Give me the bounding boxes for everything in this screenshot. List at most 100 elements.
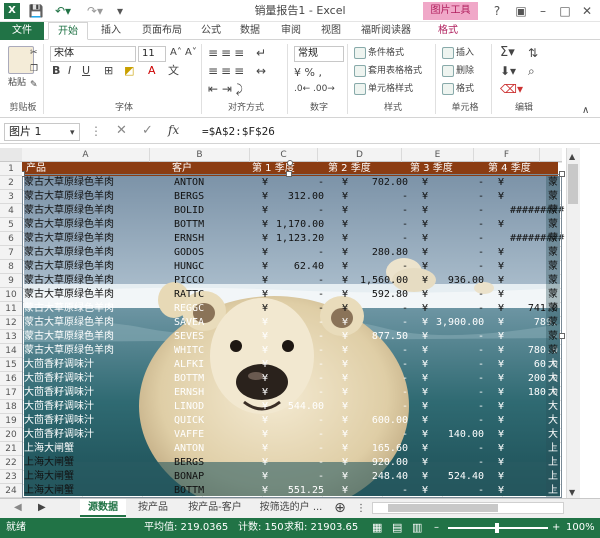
collapse-ribbon-icon[interactable]: ∧ <box>582 104 589 118</box>
row-header-14[interactable]: 14 <box>0 344 22 358</box>
minimize-button[interactable]: – <box>532 2 554 20</box>
scroll-up-icon[interactable]: ▲ <box>569 150 575 164</box>
cut-icon[interactable]: ✂ <box>30 46 38 60</box>
row-header-18[interactable]: 18 <box>0 400 22 414</box>
row-header-9[interactable]: 9 <box>0 274 22 288</box>
help-icon[interactable]: ? <box>486 2 508 20</box>
next-sheet-icon[interactable]: ▶ <box>38 501 46 515</box>
horizontal-scroll-thumb[interactable] <box>388 504 498 512</box>
row-header-23[interactable]: 23 <box>0 470 22 484</box>
picture-selection-frame[interactable] <box>22 174 562 498</box>
row-header-11[interactable]: 11 <box>0 302 22 316</box>
row-header-4[interactable]: 4 <box>0 204 22 218</box>
vertical-scroll-thumb[interactable] <box>568 164 578 204</box>
row-header-1[interactable]: 1 <box>0 162 22 176</box>
font-name-select[interactable]: 宋体 <box>50 46 136 62</box>
row-header-16[interactable]: 16 <box>0 372 22 386</box>
phonetic-icon[interactable]: 文 <box>168 64 179 78</box>
formula-bar-splitter-icon[interactable]: ⋮ <box>90 124 102 138</box>
row-header-8[interactable]: 8 <box>0 260 22 274</box>
delete-cells-button[interactable]: 删除 <box>442 64 474 78</box>
tab-formulas[interactable]: 公式 <box>196 22 226 40</box>
grow-font-icon[interactable]: A˄ A˅ <box>170 46 197 60</box>
table-format-button[interactable]: 套用表格格式 <box>354 64 422 78</box>
column-header-c[interactable]: C <box>250 148 318 162</box>
insert-cells-button[interactable]: 插入 <box>442 46 474 60</box>
formula-input[interactable]: =$A$2:$F$26 <box>196 123 596 141</box>
font-color-icon[interactable]: A <box>148 64 156 78</box>
sheet-tab-source-data[interactable]: 源数据 <box>80 499 126 517</box>
row-header-15[interactable]: 15 <box>0 358 22 372</box>
fill-color-icon[interactable]: ◩ <box>124 64 134 78</box>
copy-icon[interactable]: ❐ <box>30 62 38 76</box>
tab-review[interactable]: 审阅 <box>274 22 308 40</box>
new-sheet-icon[interactable]: ⊕ <box>332 499 348 517</box>
indent-icon[interactable]: ⇤ ⇥ ⤸ <box>208 82 243 96</box>
row-header-20[interactable]: 20 <box>0 428 22 442</box>
fill-icon[interactable]: ⬇▾ <box>500 64 516 78</box>
zoom-slider-thumb[interactable] <box>495 523 499 533</box>
normal-view-icon[interactable]: ▦ <box>372 518 382 538</box>
tab-page-layout[interactable]: 页面布局 <box>134 22 190 40</box>
italic-icon[interactable]: I <box>68 64 71 78</box>
row-header-7[interactable]: 7 <box>0 246 22 260</box>
row-header-21[interactable]: 21 <box>0 442 22 456</box>
insert-function-icon[interactable]: fx <box>168 123 179 137</box>
sheet-tab-by-product[interactable]: 按产品 <box>130 499 176 517</box>
row-header-19[interactable]: 19 <box>0 414 22 428</box>
conditional-format-button[interactable]: 条件格式 <box>354 46 404 60</box>
underline-icon[interactable]: U <box>82 64 90 78</box>
autosum-icon[interactable]: Σ▾ <box>500 46 515 60</box>
find-select-icon[interactable]: ⌕ <box>528 64 535 78</box>
row-header-17[interactable]: 17 <box>0 386 22 400</box>
row-header-6[interactable]: 6 <box>0 232 22 246</box>
row-header-10[interactable]: 10 <box>0 288 22 302</box>
currency-icon[interactable]: ¥ % , <box>294 66 322 80</box>
tab-scroll-splitter-icon[interactable]: ⋮ <box>356 502 366 516</box>
horizontal-align-icon[interactable]: ≡≡≡ <box>208 64 247 78</box>
wrap-text-icon[interactable]: ↵ <box>256 46 266 60</box>
select-all-corner[interactable] <box>0 148 22 162</box>
page-break-view-icon[interactable]: ▥ <box>412 518 422 538</box>
bold-icon[interactable]: B <box>52 64 60 78</box>
ribbon-display-icon[interactable]: ▣ <box>510 2 532 20</box>
row-header-3[interactable]: 3 <box>0 190 22 204</box>
zoom-in-icon[interactable]: + <box>552 518 560 538</box>
vertical-align-icon[interactable]: ≡≡≡ <box>208 46 247 60</box>
resize-handle-top[interactable] <box>286 171 292 177</box>
name-box[interactable]: 图片 1 <box>4 123 80 141</box>
tab-insert[interactable]: 插入 <box>94 22 128 40</box>
resize-handle-top-right[interactable] <box>559 171 565 177</box>
zoom-level[interactable]: 100% <box>566 518 595 538</box>
column-header-f[interactable]: F <box>474 148 540 162</box>
tab-view[interactable]: 视图 <box>314 22 348 40</box>
clear-icon[interactable]: ⌫▾ <box>500 82 523 96</box>
row-header-24[interactable]: 24 <box>0 484 22 498</box>
row-header-5[interactable]: 5 <box>0 218 22 232</box>
prev-sheet-icon[interactable]: ◀ <box>14 501 22 515</box>
font-size-select[interactable]: 11 <box>138 46 166 62</box>
page-layout-view-icon[interactable]: ▤ <box>392 518 402 538</box>
merge-icon[interactable]: ↔ <box>256 64 266 78</box>
row-header-22[interactable]: 22 <box>0 456 22 470</box>
row-header-2[interactable]: 2 <box>0 176 22 190</box>
number-format-select[interactable]: 常规 <box>294 46 344 62</box>
column-header-e[interactable]: E <box>402 148 474 162</box>
format-cells-button[interactable]: 格式 <box>442 82 474 96</box>
paste-label[interactable]: 粘贴 <box>8 76 26 90</box>
row-header-13[interactable]: 13 <box>0 330 22 344</box>
tab-file[interactable]: 文件 <box>0 22 44 40</box>
zoom-out-icon[interactable]: – <box>434 518 439 538</box>
tab-foxit-reader[interactable]: 福昕阅读器 <box>354 22 418 40</box>
tab-data[interactable]: 数据 <box>232 22 268 40</box>
close-button[interactable]: ✕ <box>576 2 598 20</box>
decimal-icon[interactable]: .0← .00→ <box>294 82 335 96</box>
row-header-12[interactable]: 12 <box>0 316 22 330</box>
column-header-a[interactable]: A <box>22 148 150 162</box>
column-header-d[interactable]: D <box>318 148 402 162</box>
tab-format[interactable]: 格式 <box>428 22 468 40</box>
sort-filter-icon[interactable]: ⇅ <box>528 46 538 60</box>
resize-handle-right[interactable] <box>559 333 565 339</box>
tab-home[interactable]: 开始 <box>48 22 88 40</box>
sheet-tab-filtered-customer[interactable]: 按筛选的户 ... <box>254 499 328 517</box>
